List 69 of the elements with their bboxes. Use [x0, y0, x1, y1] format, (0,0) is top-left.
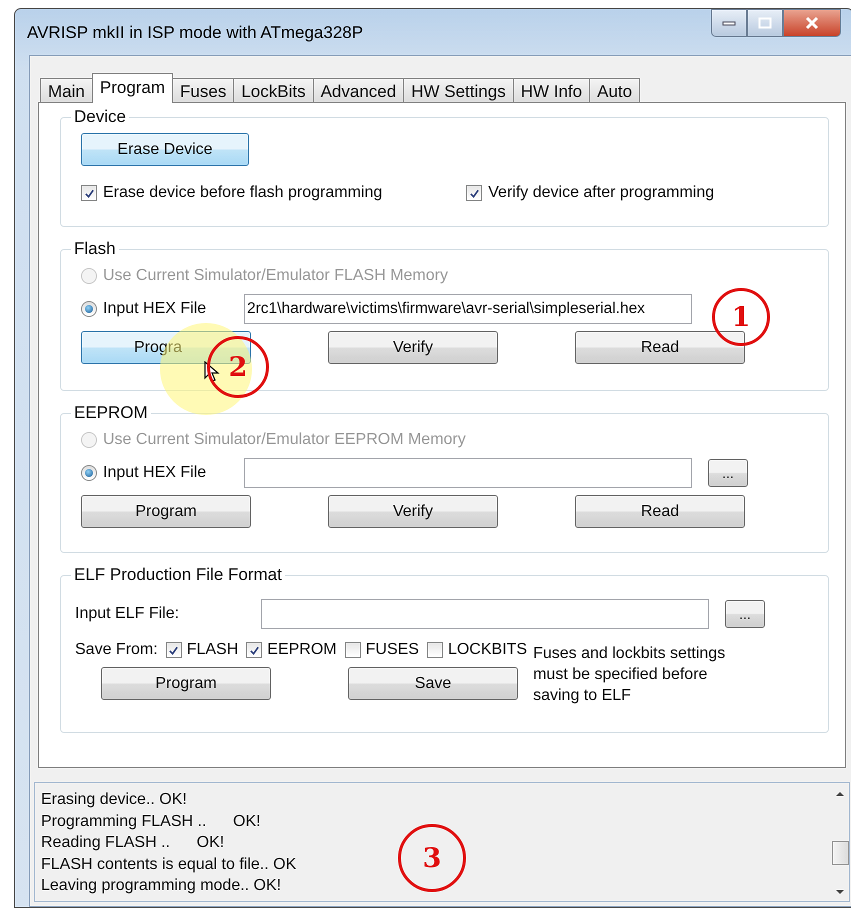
window-title: AVRISP mkII in ISP mode with ATmega328P [27, 23, 364, 43]
maximize-button[interactable] [747, 9, 783, 37]
read-button[interactable]: Read [575, 331, 745, 364]
verify-button[interactable]: Verify [328, 331, 498, 364]
tab[interactable]: Program [92, 73, 174, 103]
checkmark-icon [84, 188, 94, 198]
group-title: Device [73, 107, 127, 127]
verify-button[interactable]: Verify [328, 495, 498, 528]
checkbox[interactable] [344, 642, 361, 658]
checkbox-label: FLASH [186, 641, 238, 659]
radio-button[interactable] [81, 464, 97, 480]
tab[interactable]: Auto [589, 78, 640, 102]
checkbox-label: FUSES [366, 641, 419, 659]
program-button[interactable]: Program [81, 495, 251, 528]
checkbox[interactable] [466, 185, 482, 201]
checkbox-label: LOCKBITS [448, 641, 528, 659]
close-button[interactable] [783, 9, 841, 37]
log-line: FLASH contents is equal to file.. OK [41, 854, 296, 874]
erase-device-button[interactable]: Erase Device [81, 133, 249, 166]
tab[interactable]: LockBits [233, 78, 314, 102]
field-label: Input ELF File: [75, 605, 180, 623]
cursor-icon [204, 361, 220, 383]
save-button[interactable]: Save [348, 667, 518, 700]
field-label: Save From: [75, 641, 158, 659]
tab[interactable]: HW Info [512, 78, 590, 102]
scroll-down-icon[interactable] [835, 889, 845, 895]
elf-file-field[interactable] [261, 599, 709, 629]
radio-button[interactable] [81, 300, 97, 316]
tab[interactable]: Advanced [312, 78, 404, 102]
maximize-icon [758, 17, 772, 29]
log-line: Programming FLASH .. OK! [41, 812, 261, 832]
scroll-up-icon[interactable] [835, 791, 845, 797]
browse-button[interactable]: ... [725, 600, 765, 628]
checkbox[interactable] [166, 642, 182, 658]
checkbox[interactable] [426, 642, 443, 658]
tab[interactable]: Fuses [172, 78, 234, 102]
log-line: Leaving programming mode.. OK! [41, 876, 282, 896]
group-title: Flash [73, 239, 117, 259]
group-title: EEPROM [73, 403, 149, 423]
checkbox-label: Erase device before flash programming [103, 184, 382, 202]
close-icon [804, 16, 820, 30]
note-text: Fuses and lockbits settings must be specified before saving to ELF [533, 644, 726, 706]
annotation-marker: 2 [207, 336, 269, 398]
minimize-icon [722, 20, 736, 26]
checkmark-icon [468, 188, 480, 198]
file-path-field[interactable] [244, 458, 692, 488]
annotation-marker: 1 [712, 288, 770, 346]
checkbox[interactable] [246, 642, 262, 658]
log-line: Erasing device.. OK! [41, 790, 187, 810]
browse-button[interactable]: ... [708, 458, 748, 486]
checkbox[interactable] [81, 185, 97, 201]
radio-label: Input HEX File [103, 300, 206, 318]
tab[interactable]: Main [40, 78, 93, 102]
log-line: Reading FLASH .. OK! [41, 833, 224, 853]
program-button[interactable]: Program [101, 667, 271, 700]
scroll-thumb[interactable] [832, 841, 848, 865]
minimize-button[interactable] [711, 9, 747, 37]
radio-label: Input HEX File [103, 464, 206, 482]
read-button[interactable]: Read [575, 495, 745, 528]
tab[interactable]: HW Settings [403, 78, 514, 102]
radio-label: Use Current Simulator/Emulator EEPROM Memory [103, 430, 466, 448]
annotation-marker: 3 [398, 824, 466, 892]
checkmark-icon [168, 644, 180, 656]
checkbox-label: EEPROM [267, 641, 337, 659]
file-path-field[interactable]: 2rc1\hardware\victims\firmware\avr-serial\simpleserial.hex [244, 294, 692, 324]
checkmark-icon [248, 644, 260, 656]
checkbox-label: Verify device after programming [488, 184, 714, 202]
radio-label: Use Current Simulator/Emulator FLASH Memory [103, 266, 448, 284]
group-title: ELF Production File Format [73, 565, 283, 585]
